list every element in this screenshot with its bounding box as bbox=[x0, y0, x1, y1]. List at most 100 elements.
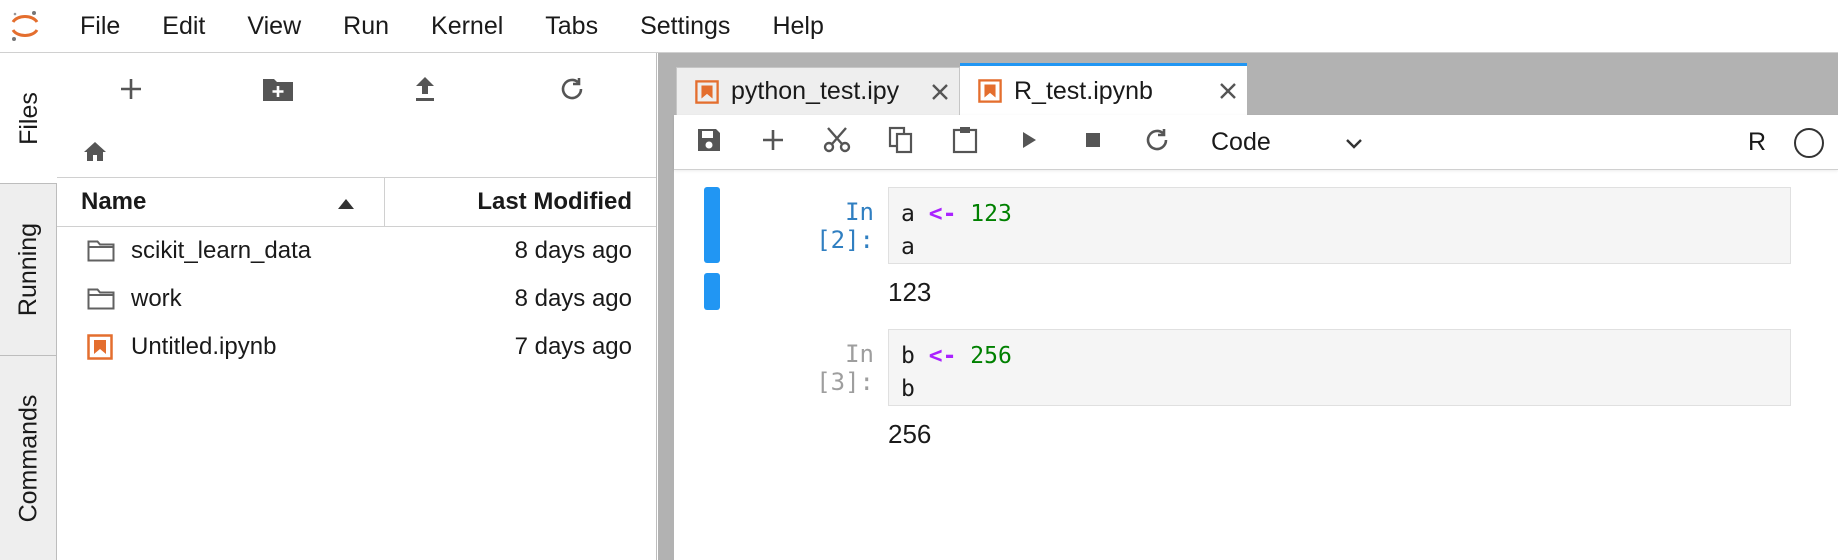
copy-button[interactable] bbox=[869, 115, 933, 170]
save-icon bbox=[696, 127, 722, 158]
folder-icon bbox=[87, 287, 117, 311]
upload-button[interactable] bbox=[351, 53, 498, 129]
code-variable: a bbox=[901, 201, 915, 227]
sidetab-files[interactable]: Files bbox=[0, 53, 58, 184]
home-icon[interactable] bbox=[83, 140, 107, 167]
column-modified-label: Last Modified bbox=[477, 188, 632, 215]
restart-icon bbox=[1143, 126, 1171, 159]
refresh-button[interactable] bbox=[498, 53, 645, 129]
menu-help[interactable]: Help bbox=[772, 12, 823, 41]
left-sidebar-tabs: Files Running Commands bbox=[0, 53, 58, 560]
cell-output: 256 bbox=[888, 419, 932, 449]
add-icon bbox=[118, 76, 144, 107]
menu-edit[interactable]: Edit bbox=[162, 12, 205, 41]
menu-settings[interactable]: Settings bbox=[640, 12, 730, 41]
jupyter-logo-icon bbox=[0, 0, 50, 53]
notebook-icon bbox=[978, 79, 1002, 103]
code-cell[interactable]: In [3]: b <- 256 b 256 bbox=[674, 312, 1838, 452]
kernel-name[interactable]: R bbox=[1748, 115, 1766, 170]
cell-output: 123 bbox=[888, 277, 932, 307]
input-collapser[interactable] bbox=[704, 187, 720, 263]
upload-icon bbox=[413, 75, 437, 108]
menu-items: File Edit View Run Kernel Tabs Settings … bbox=[80, 12, 866, 41]
menu-run[interactable]: Run bbox=[343, 12, 389, 41]
file-row[interactable]: work 8 days ago bbox=[57, 275, 656, 323]
file-name: scikit_learn_data bbox=[131, 237, 312, 264]
chevron-down-icon bbox=[1345, 128, 1363, 157]
menu-bar: File Edit View Run Kernel Tabs Settings … bbox=[0, 0, 1838, 53]
menu-file[interactable]: File bbox=[80, 12, 120, 41]
file-list-header: Name Last Modified bbox=[57, 177, 656, 227]
output-collapser[interactable] bbox=[704, 273, 720, 310]
new-launcher-button[interactable] bbox=[57, 53, 204, 129]
cut-icon bbox=[823, 126, 851, 159]
file-name: work bbox=[131, 285, 182, 312]
sidetab-running-label: Running bbox=[14, 222, 43, 317]
file-row[interactable]: Untitled.ipynb 7 days ago bbox=[57, 323, 656, 371]
file-name: Untitled.ipynb bbox=[131, 333, 277, 360]
tab-python-test[interactable]: python_test.ipy bbox=[676, 67, 960, 115]
insert-cell-button[interactable] bbox=[741, 115, 805, 170]
tab-label: R_test.ipynb bbox=[1014, 76, 1153, 105]
file-modified: 8 days ago bbox=[514, 237, 632, 264]
code-line: b <- 256 bbox=[901, 340, 1778, 373]
column-name-label: Name bbox=[81, 188, 147, 215]
interrupt-button[interactable] bbox=[1061, 115, 1125, 170]
code-number: 256 bbox=[970, 343, 1012, 369]
sidetab-commands[interactable]: Commands bbox=[0, 356, 57, 560]
input-prompt: In [2]: bbox=[816, 198, 874, 254]
kernel-status-icon bbox=[1794, 128, 1824, 158]
menu-kernel[interactable]: Kernel bbox=[431, 12, 503, 41]
paste-button[interactable] bbox=[933, 115, 997, 170]
folder-icon bbox=[87, 239, 117, 263]
code-editor[interactable]: b <- 256 b bbox=[888, 329, 1791, 406]
code-line: a bbox=[901, 234, 915, 260]
code-line: a <- 123 bbox=[901, 198, 1778, 231]
document-tab-bar: python_test.ipy R_test.ipynb bbox=[658, 53, 1838, 116]
close-icon[interactable] bbox=[1209, 82, 1247, 100]
code-editor[interactable]: a <- 123 a bbox=[888, 187, 1791, 264]
sidetab-running[interactable]: Running bbox=[0, 184, 57, 356]
file-browser: Name Last Modified scikit_learn_data 8 d… bbox=[57, 53, 657, 560]
notebook-icon bbox=[87, 334, 117, 360]
menu-view[interactable]: View bbox=[247, 12, 301, 41]
new-folder-button[interactable] bbox=[204, 53, 351, 129]
breadcrumb bbox=[57, 129, 656, 177]
notebook-icon bbox=[695, 79, 719, 104]
tab-r-test[interactable]: R_test.ipynb bbox=[960, 63, 1247, 116]
column-name-header[interactable]: Name bbox=[57, 178, 385, 226]
copy-icon bbox=[888, 126, 914, 159]
file-list: scikit_learn_data 8 days ago work 8 days… bbox=[57, 227, 656, 371]
run-button[interactable] bbox=[997, 115, 1061, 170]
close-icon[interactable] bbox=[921, 83, 959, 101]
code-operator: <- bbox=[928, 201, 957, 227]
file-modified: 7 days ago bbox=[514, 333, 632, 360]
add-icon bbox=[760, 127, 786, 158]
file-browser-toolbar bbox=[57, 53, 656, 129]
new-folder-icon bbox=[262, 76, 294, 107]
column-modified-header[interactable]: Last Modified bbox=[385, 178, 656, 226]
code-variable: b bbox=[901, 343, 915, 369]
refresh-icon bbox=[558, 75, 586, 108]
paste-icon bbox=[952, 126, 978, 159]
restart-button[interactable] bbox=[1125, 115, 1189, 170]
sort-ascending-icon bbox=[338, 188, 354, 216]
code-number: 123 bbox=[970, 201, 1012, 227]
code-line: b bbox=[901, 376, 915, 402]
notebook-toolbar: Code R bbox=[674, 115, 1838, 170]
notebook-panel: Code R In [2]: a <- 123 a 123 In [3]: b … bbox=[674, 115, 1838, 560]
sidetab-commands-label: Commands bbox=[14, 394, 43, 522]
file-row[interactable]: scikit_learn_data 8 days ago bbox=[57, 227, 656, 275]
file-modified: 8 days ago bbox=[514, 285, 632, 312]
code-cell[interactable]: In [2]: a <- 123 a 123 bbox=[674, 170, 1838, 310]
save-button[interactable] bbox=[677, 115, 741, 170]
cut-button[interactable] bbox=[805, 115, 869, 170]
main-area: python_test.ipy R_test.ipynb Code R In [… bbox=[658, 53, 1838, 560]
menu-tabs[interactable]: Tabs bbox=[545, 12, 598, 41]
run-icon bbox=[1019, 129, 1039, 156]
stop-icon bbox=[1083, 130, 1103, 155]
cell-type-dropdown[interactable]: Code bbox=[1211, 122, 1371, 162]
cell-type-value: Code bbox=[1211, 127, 1271, 156]
input-prompt: In [3]: bbox=[816, 340, 874, 396]
code-operator: <- bbox=[928, 343, 957, 369]
